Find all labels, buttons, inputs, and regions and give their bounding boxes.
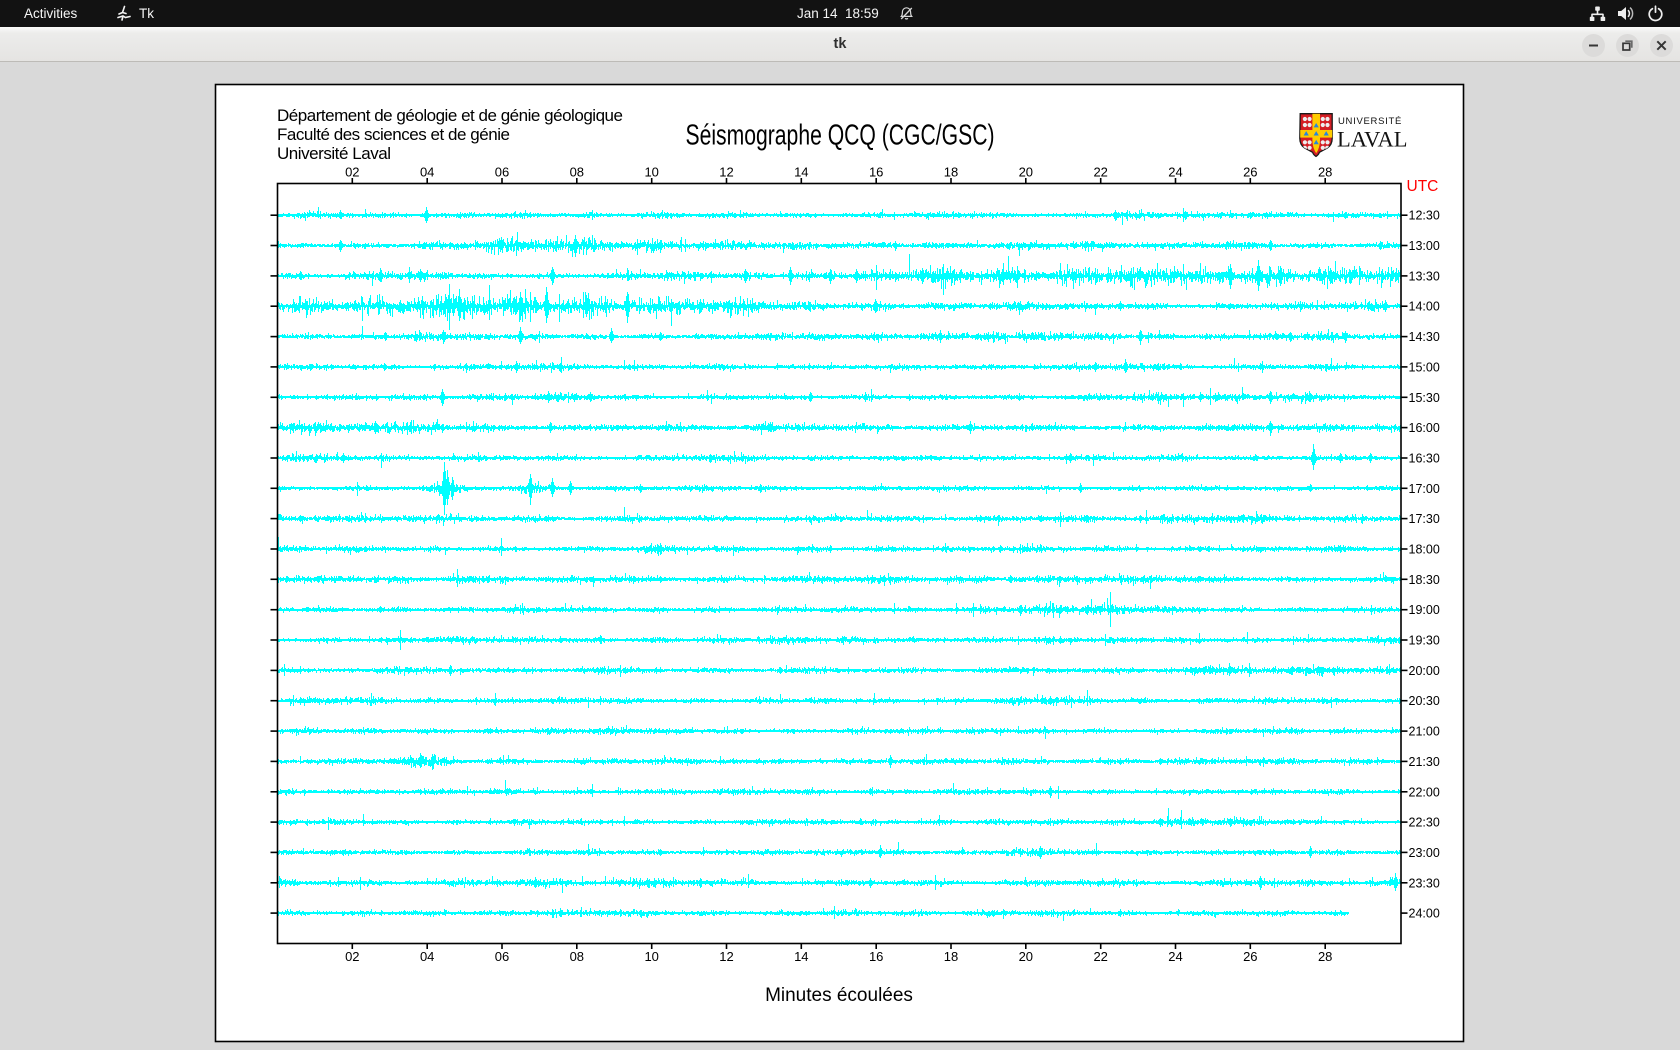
svg-text:19:30: 19:30: [1409, 634, 1440, 648]
svg-text:28: 28: [1318, 949, 1332, 964]
svg-text:UNIVERSITÉ: UNIVERSITÉ: [1338, 116, 1402, 127]
svg-text:21:00: 21:00: [1409, 725, 1440, 739]
svg-text:26: 26: [1243, 165, 1257, 180]
svg-text:20: 20: [1019, 165, 1033, 180]
svg-text:Séismographe QCQ (CGC/GSC): Séismographe QCQ (CGC/GSC): [686, 120, 995, 152]
svg-text:19:00: 19:00: [1409, 603, 1440, 617]
svg-text:Minutes écoulées: Minutes écoulées: [765, 985, 913, 1006]
svg-text:15:30: 15:30: [1409, 391, 1440, 405]
svg-text:14:30: 14:30: [1409, 330, 1440, 344]
svg-text:08: 08: [570, 949, 584, 964]
svg-text:16: 16: [869, 165, 883, 180]
svg-text:08: 08: [570, 165, 584, 180]
svg-text:15:00: 15:00: [1409, 360, 1440, 374]
svg-text:10: 10: [644, 949, 658, 964]
svg-text:Université Laval: Université Laval: [277, 144, 391, 163]
svg-text:20:30: 20:30: [1409, 694, 1440, 708]
svg-text:22:30: 22:30: [1409, 816, 1440, 830]
svg-text:12: 12: [719, 165, 733, 180]
svg-text:02: 02: [345, 949, 359, 964]
svg-text:LAVAL: LAVAL: [1337, 127, 1407, 152]
svg-text:16: 16: [869, 949, 883, 964]
svg-text:04: 04: [420, 165, 434, 180]
svg-text:20: 20: [1019, 949, 1033, 964]
svg-text:02: 02: [345, 165, 359, 180]
svg-text:20:00: 20:00: [1409, 664, 1440, 678]
svg-text:14: 14: [794, 949, 808, 964]
svg-text:14:00: 14:00: [1409, 300, 1440, 314]
svg-text:22: 22: [1093, 165, 1107, 180]
svg-text:14: 14: [794, 165, 808, 180]
svg-text:18: 18: [944, 949, 958, 964]
svg-text:06: 06: [495, 949, 509, 964]
svg-text:26: 26: [1243, 949, 1257, 964]
svg-text:12:30: 12:30: [1409, 209, 1440, 223]
svg-text:22:00: 22:00: [1409, 785, 1440, 799]
svg-text:28: 28: [1318, 165, 1332, 180]
svg-text:16:30: 16:30: [1409, 452, 1440, 466]
svg-text:21:30: 21:30: [1409, 755, 1440, 769]
svg-text:18:30: 18:30: [1409, 573, 1440, 587]
svg-text:13:30: 13:30: [1409, 269, 1440, 283]
svg-text:23:30: 23:30: [1409, 876, 1440, 890]
svg-text:17:30: 17:30: [1409, 512, 1440, 526]
svg-text:Faculté des sciences et de gén: Faculté des sciences et de génie: [277, 125, 510, 144]
svg-text:10: 10: [644, 165, 658, 180]
svg-text:12: 12: [719, 949, 733, 964]
svg-text:04: 04: [420, 949, 434, 964]
svg-text:Département de géologie et de: Département de géologie et de génie géol…: [277, 106, 623, 125]
svg-text:24: 24: [1168, 165, 1182, 180]
svg-text:24:00: 24:00: [1409, 907, 1440, 921]
svg-text:24: 24: [1168, 949, 1182, 964]
svg-text:18:00: 18:00: [1409, 543, 1440, 557]
svg-text:13:00: 13:00: [1409, 239, 1440, 253]
svg-text:16:00: 16:00: [1409, 421, 1440, 435]
svg-text:22: 22: [1093, 949, 1107, 964]
svg-text:18: 18: [944, 165, 958, 180]
svg-text:UTC: UTC: [1407, 178, 1439, 195]
svg-text:17:00: 17:00: [1409, 482, 1440, 496]
svg-text:06: 06: [495, 165, 509, 180]
svg-text:23:00: 23:00: [1409, 846, 1440, 860]
